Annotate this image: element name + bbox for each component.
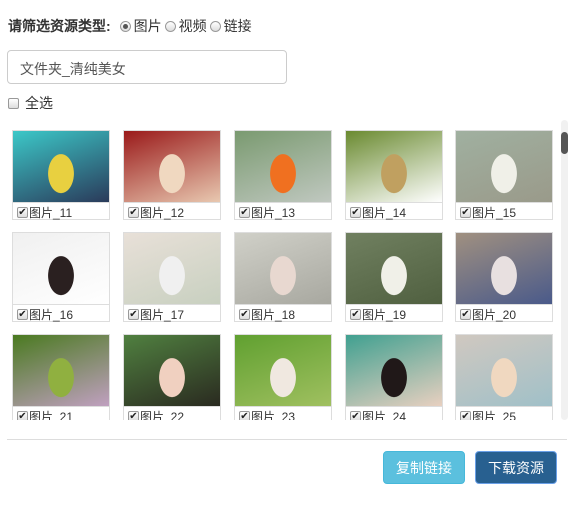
card-caption: ✔ 图片_22 (124, 407, 220, 420)
resource-card[interactable]: ✔ 图片_20 (455, 232, 553, 322)
radio-video[interactable] (164, 20, 176, 32)
card-caption: ✔ 图片_14 (346, 203, 442, 221)
item-checkbox[interactable]: ✔ (17, 410, 28, 420)
item-checkbox[interactable]: ✔ (350, 206, 361, 218)
card-caption: ✔ 图片_12 (124, 203, 220, 221)
card-caption: ✔ 图片_24 (346, 407, 442, 420)
item-checkbox[interactable]: ✔ (128, 206, 139, 218)
item-checkbox[interactable]: ✔ (17, 308, 28, 320)
item-label: 图片_22 (140, 409, 185, 421)
scrollbar[interactable] (561, 120, 568, 420)
resource-card[interactable]: ✔ 图片_19 (345, 232, 443, 322)
select-all-label: 全选 (25, 95, 53, 111)
card-caption: ✔ 图片_15 (456, 203, 552, 221)
item-label: 图片_14 (362, 205, 407, 220)
thumbnail-image[interactable] (124, 335, 220, 407)
resource-card[interactable]: ✔ 图片_14 (345, 130, 443, 220)
card-caption: ✔ 图片_16 (13, 305, 109, 323)
thumbnail-image[interactable] (124, 233, 220, 305)
item-checkbox[interactable]: ✔ (239, 410, 250, 420)
item-checkbox[interactable]: ✔ (128, 308, 139, 320)
radio-image[interactable] (119, 20, 131, 32)
item-checkbox[interactable]: ✔ (128, 410, 139, 420)
item-checkbox[interactable]: ✔ (239, 308, 250, 320)
thumbnail-image[interactable] (235, 335, 331, 407)
item-checkbox[interactable]: ✔ (460, 308, 471, 320)
card-caption: ✔ 图片_21 (13, 407, 109, 420)
item-label: 图片_16 (29, 307, 74, 322)
resource-card[interactable]: ✔ 图片_24 (345, 334, 443, 420)
card-caption: ✔ 图片_25 (456, 407, 552, 420)
scrollbar-thumb[interactable] (561, 132, 568, 154)
item-checkbox[interactable]: ✔ (350, 308, 361, 320)
resource-card[interactable]: ✔ 图片_23 (234, 334, 332, 420)
thumbnail-image[interactable] (13, 335, 109, 407)
resource-card[interactable]: ✔ 图片_22 (123, 334, 221, 420)
thumbnail-image[interactable] (13, 131, 109, 203)
resource-card[interactable]: ✔ 图片_17 (123, 232, 221, 322)
radio-image-label[interactable]: 图片 (134, 16, 162, 36)
card-caption: ✔ 图片_18 (235, 305, 331, 323)
item-label: 图片_24 (362, 409, 407, 421)
thumbnail-image[interactable] (456, 131, 552, 203)
radio-link[interactable] (209, 20, 221, 32)
item-checkbox[interactable]: ✔ (239, 206, 250, 218)
resource-card[interactable]: ✔ 图片_21 (12, 334, 110, 420)
thumbnail-image[interactable] (124, 131, 220, 203)
card-caption: ✔ 图片_11 (13, 203, 109, 221)
folder-name-field[interactable]: 文件夹_清纯美女 (7, 50, 287, 84)
item-label: 图片_20 (472, 307, 517, 322)
download-button[interactable]: 下载资源 (475, 451, 557, 484)
item-checkbox[interactable]: ✔ (460, 206, 471, 218)
item-checkbox[interactable]: ✔ (350, 410, 361, 420)
thumbnail-image[interactable] (456, 335, 552, 407)
thumbnail-image[interactable] (456, 233, 552, 305)
item-checkbox[interactable]: ✔ (17, 206, 28, 218)
thumbnail-image[interactable] (235, 131, 331, 203)
thumbnail-image[interactable] (235, 233, 331, 305)
item-label: 图片_17 (140, 307, 185, 322)
item-label: 图片_15 (472, 205, 517, 220)
resource-card[interactable]: ✔ 图片_25 (455, 334, 553, 420)
card-caption: ✔ 图片_20 (456, 305, 552, 323)
resource-grid: ✔ 图片_11 ✔ 图片_12 ✔ 图片_13 ✔ 图片_14 ✔ 图片_15 ✔ 图片_16 ✔ 图片_… (0, 120, 558, 420)
radio-video-label[interactable]: 视频 (179, 16, 207, 36)
divider (7, 439, 567, 440)
card-caption: ✔ 图片_23 (235, 407, 331, 420)
radio-link-label[interactable]: 链接 (224, 16, 252, 36)
item-label: 图片_11 (29, 205, 73, 220)
item-label: 图片_13 (251, 205, 296, 220)
resource-card[interactable]: ✔ 图片_12 (123, 130, 221, 220)
item-label: 图片_25 (472, 409, 517, 421)
item-label: 图片_23 (251, 409, 296, 421)
resource-card[interactable]: ✔ 图片_15 (455, 130, 553, 220)
item-label: 图片_19 (362, 307, 407, 322)
card-caption: ✔ 图片_19 (346, 305, 442, 323)
item-label: 图片_12 (140, 205, 185, 220)
resource-card[interactable]: ✔ 图片_16 (12, 232, 110, 322)
resource-type-filter: 请筛选资源类型: 图片 视频 链接 (8, 16, 252, 36)
card-caption: ✔ 图片_13 (235, 203, 331, 221)
thumbnail-image[interactable] (346, 233, 442, 305)
select-all[interactable]: 全选 (8, 93, 53, 113)
resource-card[interactable]: ✔ 图片_18 (234, 232, 332, 322)
thumbnail-image[interactable] (346, 131, 442, 203)
resource-card[interactable]: ✔ 图片_13 (234, 130, 332, 220)
copy-link-button[interactable]: 复制链接 (383, 451, 465, 484)
item-label: 图片_21 (29, 409, 74, 421)
item-label: 图片_18 (251, 307, 296, 322)
select-all-checkbox[interactable] (8, 97, 19, 109)
thumbnail-image[interactable] (13, 233, 109, 305)
thumbnail-image[interactable] (346, 335, 442, 407)
filter-label: 请筛选资源类型: (8, 18, 111, 34)
item-checkbox[interactable]: ✔ (460, 410, 471, 420)
resource-card[interactable]: ✔ 图片_11 (12, 130, 110, 220)
card-caption: ✔ 图片_17 (124, 305, 220, 323)
